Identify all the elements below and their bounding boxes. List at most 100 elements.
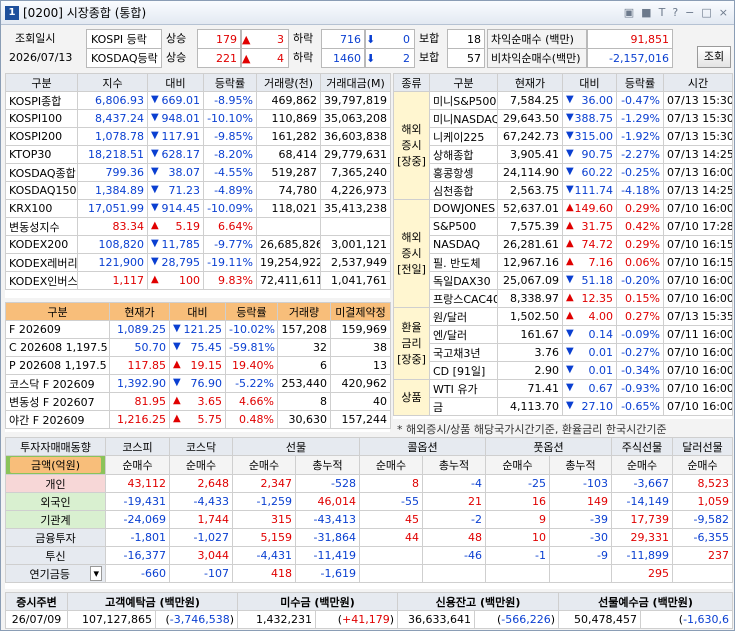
font-icon[interactable]: T (659, 6, 666, 19)
row-time: 07/13 15:30 (663, 109, 733, 128)
sub-header: 순매수 (611, 455, 673, 475)
change-value: 3.65 (197, 395, 223, 408)
table-row[interactable]: 변동성 F 202607 81.95 ▲ 3.65 4.66% 8 40 (5, 392, 391, 411)
col-header[interactable]: 등락률 (616, 73, 664, 92)
table-row[interactable]: 상해종합 3,905.41 ▼ 90.75 -2.27% 07/13 14:25 (394, 145, 733, 164)
col-header[interactable]: 현재가 (497, 73, 563, 92)
change-cell: ▲ 5.75 (169, 410, 226, 429)
col-header[interactable]: 구분 (429, 73, 498, 92)
row-rate: -10.10% (203, 109, 257, 128)
row-value: 799.36 (77, 163, 148, 182)
rise-label: 상승 (166, 51, 187, 64)
col-header[interactable]: 대비 (169, 302, 226, 321)
group-icon[interactable]: ■ (641, 6, 651, 19)
table-row[interactable]: 미니NASDAQ 29,643.50 ▼ 388.75 -1.29% 07/13 15:3… (394, 109, 733, 128)
close-icon[interactable]: × (719, 6, 728, 19)
investor-title: 투자자매매동향 (5, 437, 106, 456)
table-row[interactable]: KODEX레버리 121,900 ▼ 28,795 -19.11% 19,254,922 2… (5, 253, 391, 272)
table-row[interactable]: 야간 F 202609 1,216.25 ▲ 5.75 0.48% 30,630 157,2… (5, 410, 391, 429)
row-time: 07/10 16:00 (663, 379, 733, 398)
col-header[interactable]: 거래량(천) (256, 73, 321, 92)
table-row[interactable]: KOSPI200 1,078.78 ▼ 117.91 -9.85% 161,282 36,6… (5, 127, 391, 146)
table-row[interactable]: KODEX200 108,820 ▼ 11,785 -9.77% 26,685,826 3,… (5, 235, 391, 254)
table-row[interactable]: KOSPI종합 6,806.93 ▼ 669.01 -8.95% 469,862 39,79… (5, 91, 391, 110)
investor-value: 9 (485, 510, 550, 529)
investor-value: 44 (359, 528, 423, 547)
col-header[interactable]: 시간 (663, 73, 733, 92)
row-value: 26,281.61 (497, 235, 563, 254)
dropdown-arrow-icon[interactable]: ▾ (90, 565, 102, 581)
col-header[interactable]: 거래량 (277, 302, 331, 321)
col-header[interactable]: 대비 (147, 73, 204, 92)
row-rate: -9.85% (203, 127, 257, 146)
col-header[interactable]: 현재가 (109, 302, 170, 321)
table-row[interactable]: 기관계 -24,069 1,744 315 -43,413 45 -2 9 -39 17,739-… (5, 510, 733, 529)
table-row[interactable]: 변동성지수 83.34 ▲ 5.19 6.64% (5, 217, 391, 236)
col-header[interactable]: 구분 (5, 302, 110, 321)
row-name: KODEX레버리 (5, 253, 78, 272)
table-row[interactable]: 개인 43,112 2,648 2,347 -528 8 -4 -25 -103 -3,667 8,… (5, 474, 733, 493)
table-row[interactable]: KODEX인버스 1,117 ▲ 100 9.83% 72,411,611 1,041,76… (5, 271, 391, 290)
row-value: 67,242.73 (497, 127, 563, 146)
table-row[interactable]: 투신 -16,377 3,044 -4,431 -11,419 -46 -1 -9 -11,89… (5, 546, 733, 565)
table-row[interactable]: 독일DAX30 25,067.09 ▼ 51.18 -0.20% 07/10 16:00 (394, 271, 733, 290)
row-volume: 68,414 (256, 145, 321, 164)
query-label: 조회일시 (15, 32, 56, 45)
row-value: 83.34 (77, 217, 148, 236)
table-row[interactable]: KOSPI100 8,437.24 ▼ 948.01 -10.10% 110,869 35,… (5, 109, 391, 128)
table-row[interactable]: CD [91일] 2.90 ▼ 0.01 -0.34% 07/10 16:00 (394, 361, 733, 380)
col-header[interactable]: 지수 (77, 73, 148, 92)
index-table: 구분 지수 대비 등락률 거래량(천) 거래대금(M) KOSPI종합 6,806… (5, 73, 391, 290)
table-row[interactable]: 심천종합 2,563.75 ▼ 111.74 -4.18% 07/13 14:25 (394, 181, 733, 200)
down-arrow-icon: ▼ (566, 364, 574, 375)
table-row[interactable]: 환율 금리 [장중] 원/달러 1,502.50 ▲ 4.00 0.27% 07/13 15… (393, 307, 733, 380)
table-row[interactable]: 국고채3년 3.76 ▼ 0.01 -0.27% 07/10 16:00 (394, 343, 733, 362)
table-row[interactable]: 프랑스CAC40 8,338.97 ▲ 12.35 0.15% 07/10 16:00 (394, 289, 733, 308)
investor-value: -528 (295, 474, 360, 493)
col-header[interactable]: 미결제약정 (330, 302, 391, 321)
investor-value: -1 (485, 546, 550, 565)
link-icon[interactable]: ▣ (624, 6, 634, 19)
table-row[interactable]: KOSDAQ150 1,384.89 ▼ 71.23 -4.89% 74,780 4,226… (5, 181, 391, 200)
investor-value: -103 (549, 474, 612, 493)
table-row[interactable]: KOSDAQ종합 799.36 ▼ 38.07 -4.55% 519,287 7,365,2… (5, 163, 391, 182)
col-header[interactable]: 거래대금(M) (320, 73, 391, 92)
table-row[interactable]: 엔/달러 161.67 ▼ 0.14 -0.09% 07/11 16:00 (394, 325, 733, 344)
table-row[interactable]: 금 4,113.70 ▼ 27.10 -0.65% 07/10 16:00 (394, 397, 733, 416)
table-row[interactable]: 상품 WTI 유가 71.41 ▼ 0.67 -0.93% 07/10 16:00 (393, 379, 733, 416)
table-row[interactable]: C 202608 1,197.5 50.70 ▼ 75.45 -59.81% 32 38 (5, 338, 391, 357)
table-row[interactable]: 해외 증시 [전일] DOWJONES 52,637.01 ▲ 149.60 0.29% 0… (393, 199, 733, 308)
table-row[interactable]: 연기금등 ▾ -660 -107 418 -1,619 295 (5, 564, 733, 583)
maximize-icon[interactable]: □ (701, 6, 711, 19)
table-row[interactable]: S&P500 7,575.39 ▲ 31.75 0.42% 07/10 17:28 (394, 217, 733, 236)
table-row[interactable]: 금융투자 -1,801 -1,027 5,159 -31,864 44 48 10 -30 29,… (5, 528, 733, 547)
col-header[interactable]: 등락률 (225, 302, 278, 321)
query-button[interactable]: 조회 (697, 46, 731, 68)
futures-deposit-change-value: -1,630,6 (683, 613, 730, 626)
row-volume: 6 (277, 356, 331, 375)
investor-value: -11,419 (295, 546, 360, 565)
row-name: KODEX인버스 (5, 271, 78, 290)
table-row[interactable]: NASDAQ 26,281.61 ▲ 74.72 0.29% 07/10 16:15 (394, 235, 733, 254)
table-row[interactable]: KRX100 17,051.99 ▼ 914.45 -10.09% 118,021 35,4… (5, 199, 391, 218)
table-row[interactable]: 코스닥 F 202609 1,392.90 ▼ 76.90 -5.22% 253,440 4… (5, 374, 391, 393)
table-row[interactable]: 홍콩항셍 24,114.90 ▼ 60.22 -0.25% 07/13 16:00 (394, 163, 733, 182)
row-volume: 253,440 (277, 374, 331, 393)
minimize-icon[interactable]: − (685, 6, 694, 19)
change-cell: ▼ 388.75 (562, 109, 617, 128)
col-header[interactable]: 구분 (5, 73, 78, 92)
table-row[interactable]: 외국인 -19,431 -4,433 -1,259 46,014 -55 21 16 149 -1… (5, 492, 733, 511)
table-row[interactable]: 해외 증시 [장중] 미니S&P500 7,584.25 ▼ 36.00 -0.47% 07… (393, 91, 733, 200)
help-icon[interactable]: ? (672, 6, 678, 19)
table-row[interactable]: 필. 반도체 12,967.16 ▲ 7.16 0.06% 07/10 16:15 (394, 253, 733, 272)
row-amount: 4,226,973 (320, 181, 391, 200)
table-row[interactable]: P 202608 1,197.5 117.85 ▲ 19.15 19.40% 6 13 (5, 356, 391, 375)
table-row[interactable]: KTOP30 18,218.51 ▼ 628.17 -8.20% 68,414 29,779… (5, 145, 391, 164)
col-header[interactable]: 종류 (393, 73, 430, 92)
change-value: 71.23 (168, 184, 201, 197)
table-row[interactable]: 니케이225 67,242.73 ▼ 315.00 -1.92% 07/13 15:30 (394, 127, 733, 146)
col-header[interactable]: 등락률 (203, 73, 257, 92)
arb-value: 91,851 (587, 29, 673, 49)
col-header[interactable]: 대비 (562, 73, 617, 92)
table-row[interactable]: F 202609 1,089.25 ▼ 121.25 -10.02% 157,208 159… (5, 320, 391, 339)
